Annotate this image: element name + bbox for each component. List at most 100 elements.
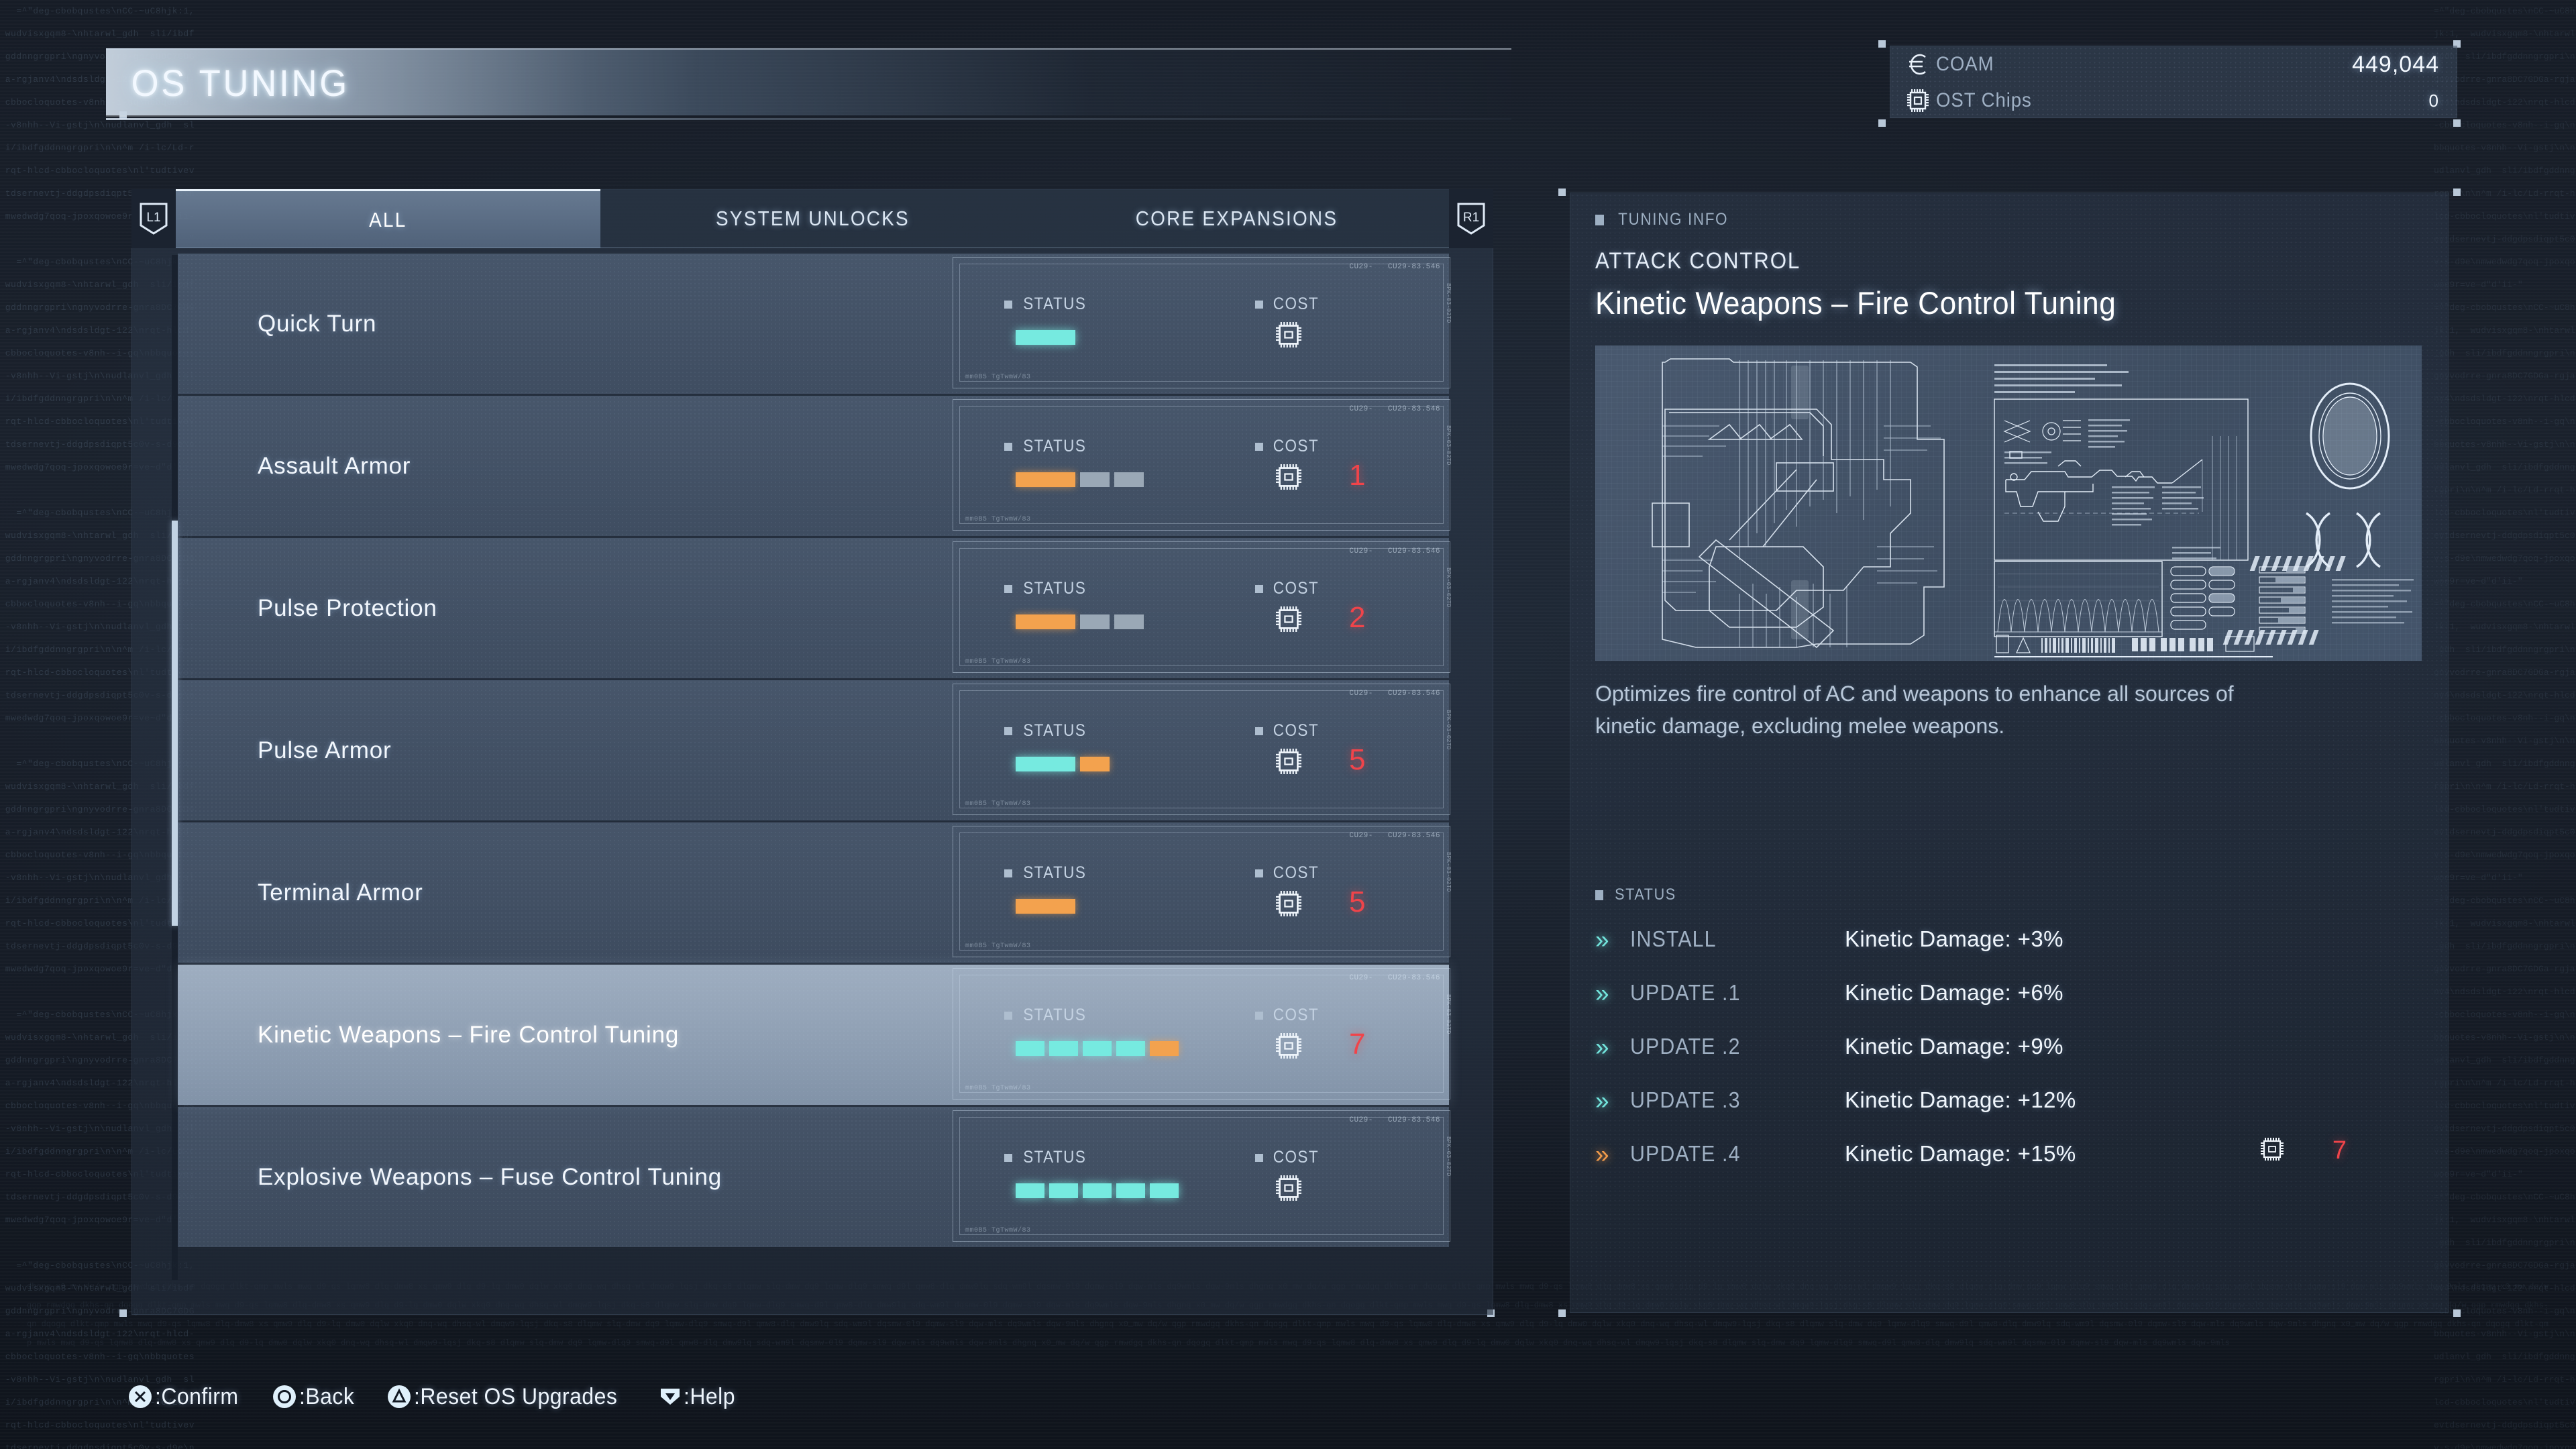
table-row[interactable]: Pulse Protection CU29- CU29-83.546 BPK-03-0… bbox=[178, 538, 1452, 678]
chip-icon bbox=[1274, 464, 1303, 493]
footer-hint-label: :Confirm bbox=[155, 1383, 239, 1409]
status-segment-cyan bbox=[1016, 757, 1075, 771]
currency-value-coam: 449,044 bbox=[2352, 51, 2439, 77]
table-row[interactable]: Quick Turn CU29- CU29-83.546 BPK-03-02TD mm0… bbox=[178, 254, 1452, 394]
status-segment-cyan bbox=[1083, 1041, 1112, 1056]
marker-icon bbox=[1255, 727, 1263, 735]
card-code-right: CU29-83.546 bbox=[1387, 263, 1440, 271]
corner-marker bbox=[2453, 189, 2461, 196]
status-bar bbox=[1016, 899, 1075, 914]
upgrade-row[interactable]: » UPDATE .2 Kinetic Damage: +9% bbox=[1595, 1020, 2420, 1073]
status-header: STATUS bbox=[1004, 1148, 1090, 1167]
triangle-button-icon bbox=[386, 1384, 412, 1409]
footer-hints: :Confirm :Back :Reset OS Upgrades :Help bbox=[127, 1377, 767, 1417]
upgrade-row[interactable]: » UPDATE .4 Kinetic Damage: +15% 7 bbox=[1595, 1127, 2420, 1181]
card-code-right: CU29-83.546 bbox=[1387, 690, 1440, 698]
tuning-row-card: CU29- CU29-83.546 BPK-03-02TD mm0B5 TgTwmW/… bbox=[953, 1110, 1452, 1242]
r1-bumper-icon[interactable]: R1 bbox=[1449, 189, 1494, 248]
section-marker-icon bbox=[1595, 890, 1603, 900]
tab-system-unlocks-label: SYSTEM UNLOCKS bbox=[715, 207, 910, 230]
status-segment-gray bbox=[1114, 614, 1144, 629]
card-code-left: CU29- bbox=[1349, 263, 1373, 271]
chip-icon bbox=[1274, 606, 1303, 635]
card-inner-border bbox=[959, 264, 1444, 382]
upgrade-status-header: STATUS bbox=[1595, 885, 1680, 904]
corner-marker bbox=[1558, 1309, 1566, 1317]
chip-icon bbox=[1905, 89, 1936, 113]
table-row[interactable]: Pulse Armor CU29- CU29-83.546 BPK-03-02TD mm… bbox=[178, 680, 1452, 820]
chevron-right-icon: » bbox=[1595, 979, 1609, 1007]
card-code: CU29- CU29-83.546 bbox=[1349, 547, 1440, 555]
status-segment-orange bbox=[1150, 1041, 1179, 1056]
marker-icon bbox=[1004, 869, 1012, 877]
marker-icon bbox=[1004, 727, 1012, 735]
cost-header-label: COST bbox=[1273, 294, 1320, 313]
blueprint-image bbox=[1595, 345, 2422, 661]
currency-row-ost-chips: OST Chips 0 bbox=[1890, 83, 2457, 119]
card-inner-border bbox=[959, 548, 1444, 666]
table-row[interactable]: Kinetic Weapons – Fire Control Tuning CU2… bbox=[178, 965, 1452, 1105]
list-scrollbar-thumb[interactable] bbox=[172, 521, 178, 926]
cost-value: 7 bbox=[1349, 1028, 1366, 1061]
status-segment-orange bbox=[1080, 757, 1110, 771]
tab-bar: L1 ALL SYSTEM UNLOCKS CORE EXPANSIONS R1 bbox=[131, 189, 1494, 248]
status-bar bbox=[1016, 757, 1110, 771]
tuning-row-card: CU29- CU29-83.546 BPK-03-02TD mm0B5 TgTwmW/… bbox=[953, 541, 1452, 673]
table-row[interactable]: Terminal Armor CU29- CU29-83.546 BPK-03-02T… bbox=[178, 822, 1452, 963]
tuning-row-name: Terminal Armor bbox=[258, 879, 423, 906]
table-row[interactable]: Explosive Weapons – Fuse Control Tuning C… bbox=[178, 1107, 1452, 1247]
upgrade-effect: Kinetic Damage: +9% bbox=[1845, 1034, 2063, 1059]
tuning-item-title: Kinetic Weapons – Fire Control Tuning bbox=[1595, 285, 2116, 321]
table-row[interactable]: Assault Armor CU29- CU29-83.546 BPK-03-02TD… bbox=[178, 396, 1452, 536]
card-foot-code: mm0B5 TgTwmW/83 bbox=[965, 516, 1031, 523]
card-code-left: CU29- bbox=[1349, 690, 1373, 698]
corner-marker bbox=[2453, 119, 2461, 127]
footer-hint-label: :Back bbox=[299, 1383, 355, 1409]
status-header-label: STATUS bbox=[1023, 1006, 1087, 1024]
tuning-row-card: CU29- CU29-83.546 BPK-03-02TD mm0B5 TgTwmW/… bbox=[953, 684, 1452, 815]
card-code-right: CU29-83.546 bbox=[1387, 547, 1440, 555]
chevron-right-icon: » bbox=[1595, 1140, 1609, 1168]
tab-core-expansions[interactable]: CORE EXPANSIONS bbox=[1024, 189, 1450, 248]
l1-bumper-icon[interactable]: L1 bbox=[131, 189, 176, 248]
upgrade-row[interactable]: » UPDATE .1 Kinetic Damage: +6% bbox=[1595, 966, 2420, 1020]
status-segment-orange bbox=[1016, 472, 1075, 487]
upgrade-cost-value: 7 bbox=[2332, 1136, 2347, 1165]
cost-header: COST bbox=[1255, 579, 1322, 598]
tuning-row-card: CU29- CU29-83.546 BPK-03-02TD mm0B5 TgTwmW/… bbox=[953, 826, 1452, 957]
chevron-right-icon: » bbox=[1595, 925, 1609, 953]
status-header: STATUS bbox=[1004, 1006, 1090, 1025]
corner-marker bbox=[1878, 119, 1886, 127]
cost-header: COST bbox=[1255, 1148, 1322, 1167]
tab-all[interactable]: ALL bbox=[176, 189, 600, 248]
card-code-right: CU29-83.546 bbox=[1387, 974, 1440, 982]
tuning-row-name: Explosive Weapons – Fuse Control Tuning bbox=[258, 1163, 722, 1190]
tab-core-expansions-label: CORE EXPANSIONS bbox=[1135, 207, 1338, 230]
card-code: CU29- CU29-83.546 bbox=[1349, 690, 1440, 698]
footer-hint[interactable]: :Reset OS Upgrades bbox=[386, 1384, 631, 1410]
tuning-description: Optimizes fire control of AC and weapons… bbox=[1595, 682, 2234, 738]
card-foot-code: mm0B5 TgTwmW/83 bbox=[965, 658, 1031, 665]
marker-icon bbox=[1255, 1153, 1263, 1162]
tab-system-unlocks[interactable]: SYSTEM UNLOCKS bbox=[600, 189, 1025, 248]
status-bar bbox=[1016, 1041, 1179, 1056]
footer-hint[interactable]: :Back bbox=[272, 1384, 358, 1410]
footer-hint[interactable]: :Confirm bbox=[127, 1384, 244, 1410]
cost-header: COST bbox=[1255, 294, 1322, 314]
card-foot-code: mm0B5 TgTwmW/83 bbox=[965, 1085, 1031, 1092]
footer-hint[interactable]: :Help bbox=[659, 1384, 739, 1410]
cost-header-label: COST bbox=[1273, 437, 1320, 455]
currency-label-ost-chips: OST Chips bbox=[1936, 89, 2032, 111]
page-title: OS TUNING bbox=[131, 61, 350, 104]
upgrade-effect: Kinetic Damage: +6% bbox=[1845, 980, 2063, 1005]
chevron-right-icon: » bbox=[1595, 1032, 1609, 1061]
card-code-left: CU29- bbox=[1349, 547, 1373, 555]
cost-header: COST bbox=[1255, 1006, 1322, 1025]
title-underline bbox=[106, 118, 1511, 120]
upgrade-stage: INSTALL bbox=[1630, 926, 1717, 951]
card-inner-border bbox=[959, 1117, 1444, 1235]
upgrade-row[interactable]: » INSTALL Kinetic Damage: +3% bbox=[1595, 912, 2420, 966]
upgrade-row[interactable]: » UPDATE .3 Kinetic Damage: +12% bbox=[1595, 1073, 2420, 1127]
card-code: CU29- CU29-83.546 bbox=[1349, 832, 1440, 840]
status-header: STATUS bbox=[1004, 863, 1090, 883]
